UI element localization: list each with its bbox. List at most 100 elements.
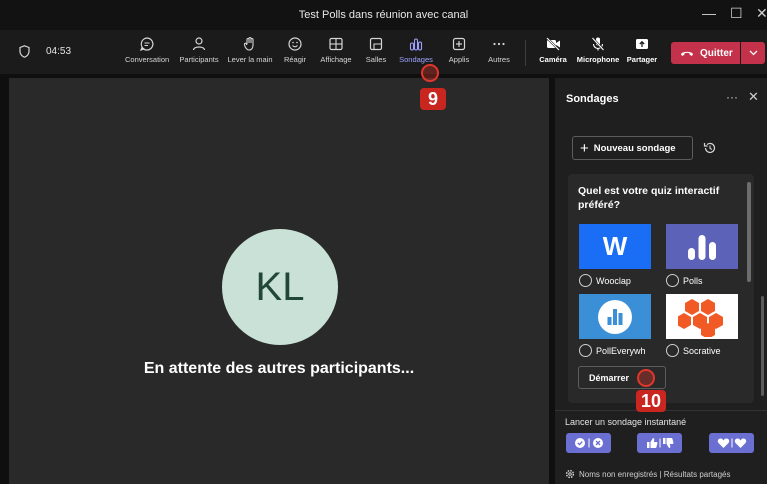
wooclap-logo-letter: W (602, 231, 628, 261)
share-label: Partager (626, 55, 658, 64)
option-label: Polls (683, 275, 703, 286)
camera-button[interactable]: Caméra (535, 34, 571, 64)
share-screen-icon (636, 39, 648, 49)
polleverywhere-logo (579, 294, 651, 339)
radio-socrative[interactable] (666, 344, 679, 357)
more-button[interactable]: Autres (484, 34, 514, 64)
check-cross-icon (574, 438, 603, 448)
title-bar: Test Polls dans réunion avec canal — ☐ ✕ (0, 0, 767, 30)
quiz-card: Quel est votre quiz interactif préféré? … (568, 174, 754, 403)
polls-button[interactable]: Sondages (398, 34, 434, 64)
panel-scrollbar[interactable] (761, 296, 764, 396)
option-label: PollEverywh (596, 345, 646, 356)
panel-footer: Noms non enregistrés | Résultats partagé… (565, 469, 730, 479)
bar-chart-icon (688, 234, 716, 260)
view-button[interactable]: Affichage (316, 34, 356, 64)
raise-hand-icon (243, 36, 254, 51)
new-poll-label: Nouveau sondage (593, 142, 676, 154)
start-label: Démarrer (589, 372, 630, 383)
panel-title: Sondages (566, 93, 619, 105)
waiting-message: En attente des autres participants... (143, 360, 415, 377)
microphone-button[interactable]: Microphone (575, 34, 621, 64)
conversation-label: Conversation (125, 55, 170, 64)
react-button[interactable]: Réagir (280, 34, 310, 64)
radio-polls[interactable] (666, 274, 679, 287)
share-button[interactable]: Partager (624, 34, 660, 64)
participants-button[interactable]: Participants (177, 34, 221, 64)
raise-hand-button[interactable]: Lever la main (226, 34, 274, 64)
react-label: Réagir (283, 55, 307, 64)
socrative-hexagon-icon (678, 298, 723, 337)
socrative-logo (666, 294, 738, 339)
microphone-label: Microphone (576, 55, 620, 64)
polls-logo (666, 224, 738, 269)
wooclap-logo: W (579, 224, 651, 269)
rooms-label: Salles (365, 55, 387, 64)
option-socrative[interactable]: Socrative (666, 294, 738, 357)
apps-add-icon (452, 37, 466, 51)
card-scrollbar[interactable] (747, 182, 751, 282)
quiz-question: Quel est votre quiz interactif préféré? (578, 185, 720, 211)
polls-panel: Sondages ··· ✕ + Nouveau sondage Quel es… (555, 78, 767, 484)
minimize-button[interactable]: — (702, 5, 716, 21)
panel-close-button[interactable]: ✕ (748, 89, 759, 105)
apps-label: Applis (448, 55, 470, 64)
instant-poll-label: Lancer un sondage instantané (565, 417, 687, 427)
leave-button[interactable]: Quitter (671, 42, 740, 64)
avatar: KL (222, 229, 338, 345)
meeting-timer: 04:53 (46, 46, 72, 57)
toolbar-separator (525, 40, 526, 66)
maximize-button[interactable]: ☐ (730, 5, 743, 22)
polleverywhere-icon (598, 299, 632, 334)
hang-up-icon (681, 51, 693, 56)
leave-options-button[interactable] (741, 42, 765, 64)
window-title: Test Polls dans réunion avec canal (298, 9, 469, 21)
radio-polleverywhere[interactable] (579, 344, 592, 357)
option-polls[interactable]: Polls (666, 224, 738, 287)
panel-more-button[interactable]: ··· (726, 90, 738, 104)
quick-poll-yes-no-button[interactable] (566, 433, 611, 453)
thumbs-up-down-icon (646, 438, 673, 448)
apps-button[interactable]: Applis (444, 34, 474, 64)
meeting-toolbar: 04:53 Conversation Participants Lever la… (0, 30, 767, 100)
chat-icon (139, 37, 154, 51)
layout-icon (329, 37, 343, 51)
rooms-icon (369, 37, 383, 51)
tap-indicator (637, 369, 655, 387)
more-label: Autres (488, 55, 510, 64)
history-icon[interactable] (703, 141, 717, 155)
polls-label: Sondages (399, 55, 433, 64)
radio-wooclap[interactable] (579, 274, 592, 287)
option-label: Socrative (683, 345, 721, 356)
more-icon (493, 42, 505, 46)
mic-off-icon (591, 37, 605, 51)
shield-icon[interactable] (19, 45, 30, 58)
polls-icon (409, 38, 423, 51)
chevron-down-icon (749, 50, 757, 56)
participants-label: Participants (179, 55, 219, 64)
quick-poll-hearts-button[interactable] (709, 433, 754, 453)
raise-hand-label: Lever la main (227, 55, 273, 64)
footer-text: Noms non enregistrés | Résultats partagé… (579, 469, 731, 479)
people-icon (192, 37, 206, 51)
camera-off-icon (545, 37, 560, 51)
emoji-icon (288, 37, 302, 51)
avatar-initials: KL (255, 264, 305, 309)
settings-gear-icon[interactable] (565, 469, 575, 479)
rooms-button[interactable]: Salles (362, 34, 390, 64)
step-marker-9: 9 (420, 88, 446, 110)
quick-poll-thumbs-button[interactable] (637, 433, 682, 453)
conversation-button[interactable]: Conversation (125, 34, 169, 64)
plus-icon: + (580, 139, 589, 157)
new-poll-button[interactable]: + Nouveau sondage (572, 136, 693, 160)
option-polleverywhere[interactable]: PollEverywh (579, 294, 651, 357)
close-window-button[interactable]: ✕ (756, 5, 767, 22)
step-marker-10: 10 (636, 390, 666, 412)
tap-indicator (421, 64, 439, 82)
camera-label: Caméra (539, 55, 567, 64)
option-label: Wooclap (596, 275, 631, 286)
leave-label: Quitter (700, 47, 733, 59)
option-wooclap[interactable]: W Wooclap (579, 224, 651, 287)
heart-icon (717, 438, 746, 448)
view-label: Affichage (320, 55, 352, 64)
